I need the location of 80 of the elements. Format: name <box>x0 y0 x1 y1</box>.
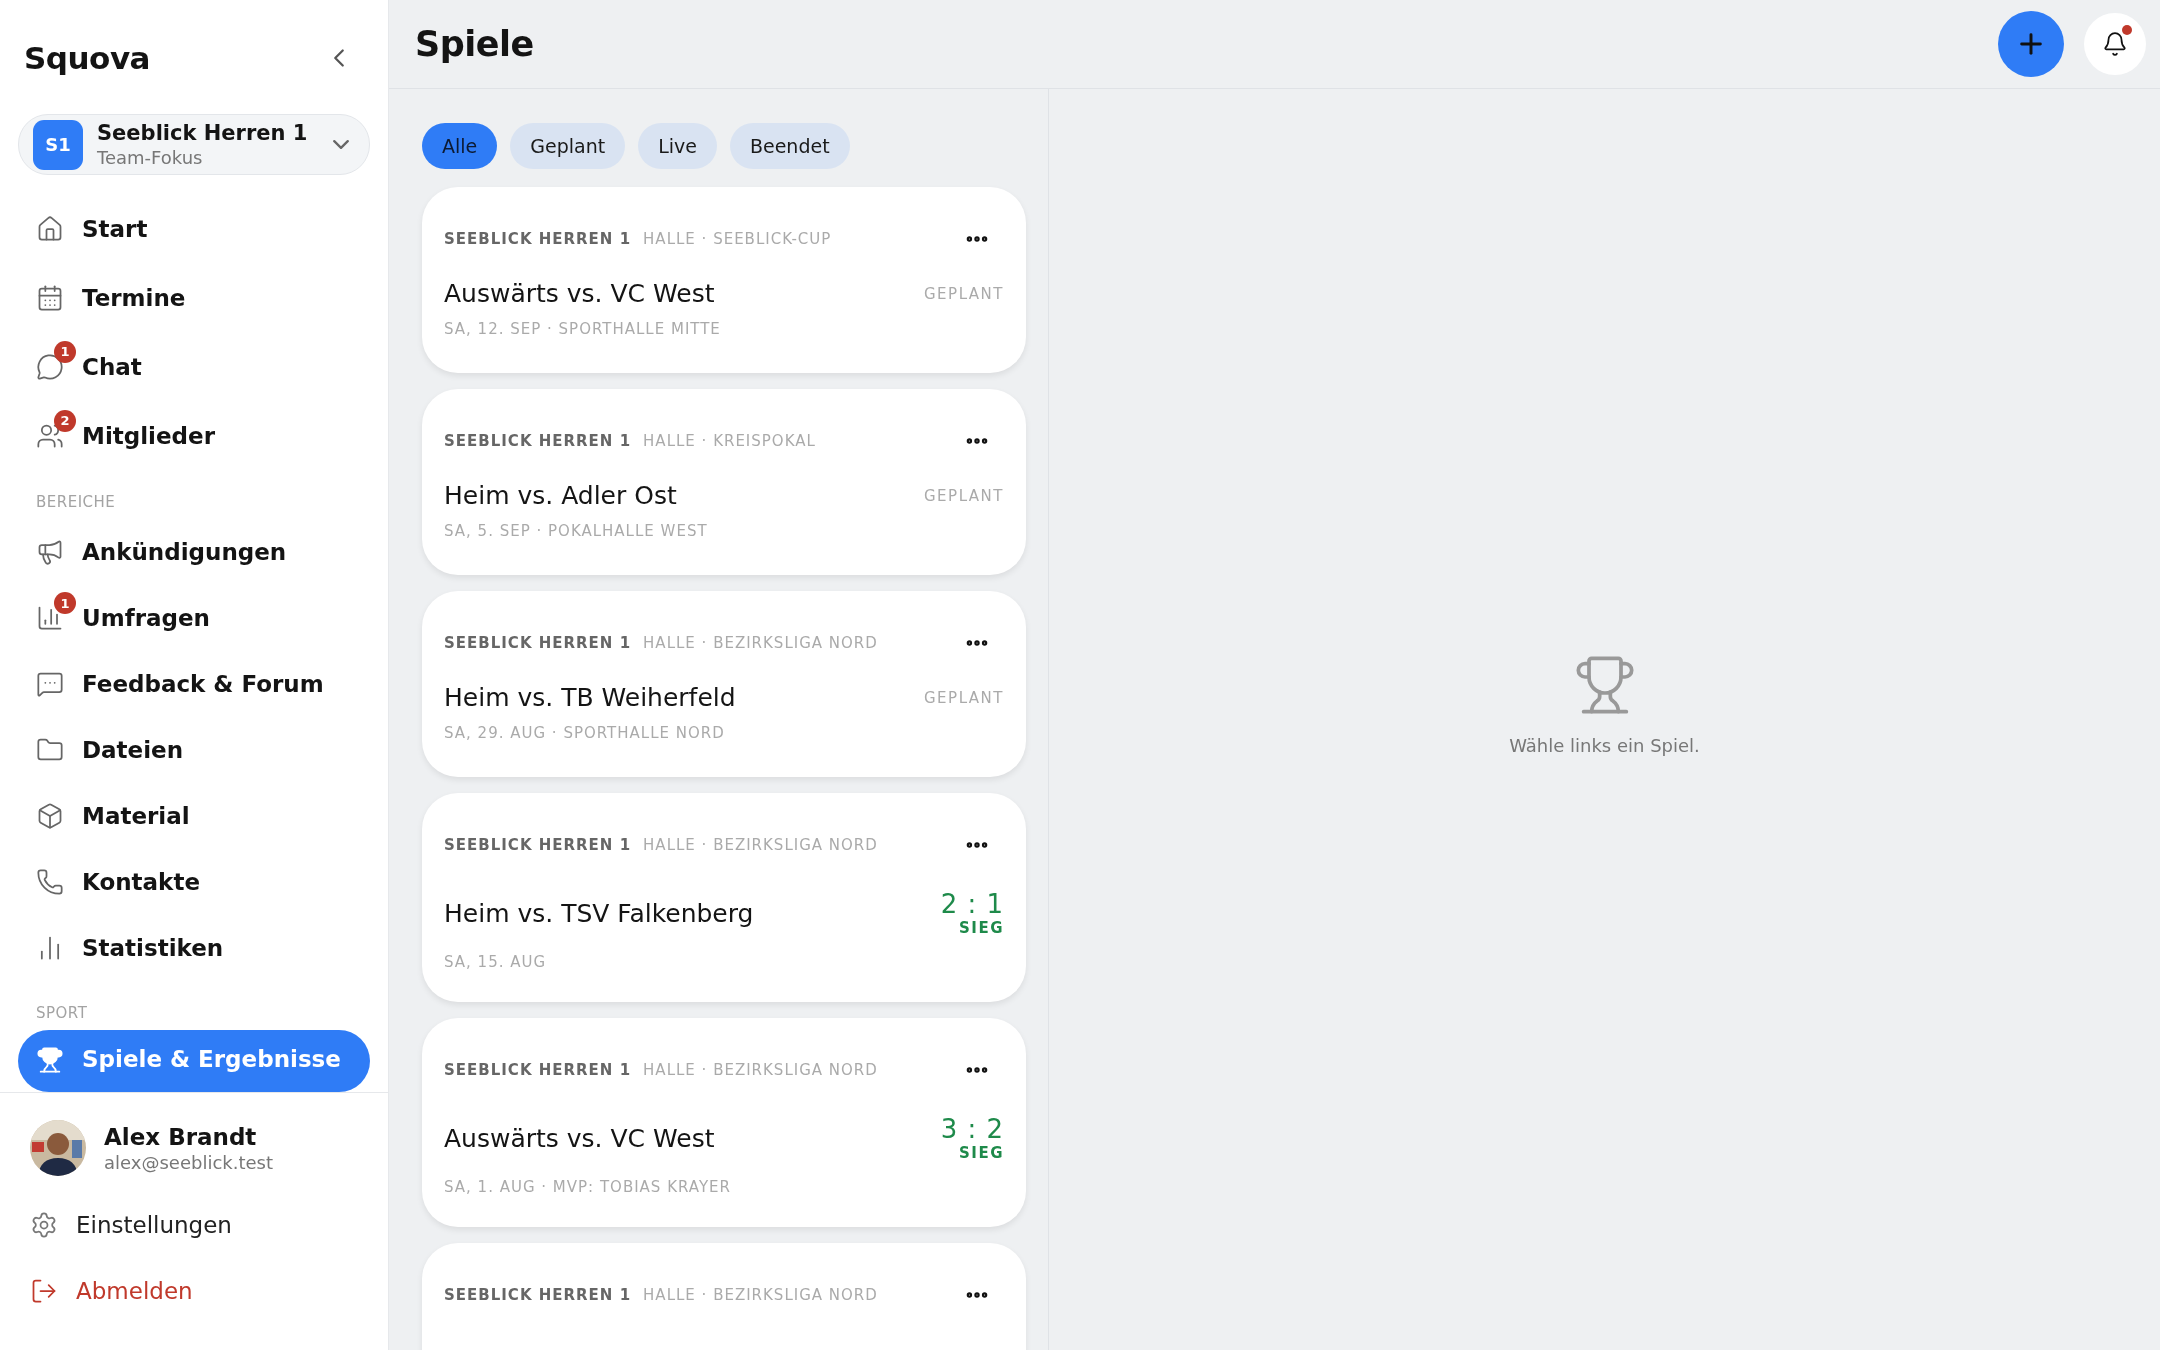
nav-item[interactable]: 1 Chat <box>18 332 370 401</box>
nav-icon <box>36 214 64 243</box>
nav-item[interactable]: Dateien <box>18 717 370 783</box>
settings-icon <box>30 1211 58 1239</box>
game-result: SIEG <box>959 1144 1004 1162</box>
team-subtitle: Team-Fokus <box>97 147 204 168</box>
nav-icon <box>36 868 64 896</box>
team-avatar: S1 <box>33 119 83 170</box>
nav-item[interactable]: 2 Mitglieder <box>18 401 370 470</box>
game-meta: HALLE · BEZIRKSLIGA NORD <box>643 1286 879 1304</box>
user-email: alex@seeblick.test <box>104 1151 273 1173</box>
game-meta: HALLE · KREISPOKAL <box>643 432 817 450</box>
nav-item[interactable]: 1 Umfragen <box>18 585 370 651</box>
game-detail: SA, 29. AUG · SPORTHALLE NORD <box>444 724 726 742</box>
nav-item[interactable]: Ankündigungen <box>18 519 370 585</box>
game-title: Auswärts vs. VC West <box>444 1123 715 1153</box>
game-card[interactable]: SEEBLICK HERREN 1 HALLE · BEZIRKSLIGA NORD Heim vs. TB Weiherfeld GEPLANT SA, 29. AUG · SPORTHALLE NORD <box>422 591 1026 777</box>
team-tag: SEEBLICK HERREN 1 <box>444 230 632 248</box>
game-card[interactable]: SEEBLICK HERREN 1 HALLE · BEZIRKSLIGA NORD Heim vs. TSV Falkenberg 2 : 1 SIEG SA, 15. AUG <box>422 793 1026 1002</box>
game-meta: HALLE · SEEBLICK-CUP <box>643 230 833 248</box>
nav-icon <box>36 283 64 312</box>
nav-item[interactable]: Start <box>18 194 370 263</box>
game-title: Heim vs. TSV Falkenberg <box>444 898 754 928</box>
count-badge: 2 <box>54 409 76 432</box>
settings-link[interactable]: Einstellungen <box>30 1211 232 1239</box>
brand-name: Squova <box>24 40 150 76</box>
game-meta: HALLE · BEZIRKSLIGA NORD <box>643 1061 879 1079</box>
game-card[interactable]: SEEBLICK HERREN 1 HALLE · KREISPOKAL Heim vs. Adler Ost GEPLANT SA, 5. SEP · POKALHALLE WEST <box>422 389 1026 575</box>
game-detail: SA, 12. SEP · SPORTHALLE MITTE <box>444 320 722 338</box>
game-result: SIEG <box>959 919 1004 937</box>
nav-item[interactable]: Termine <box>18 263 370 332</box>
nav-item[interactable]: Material <box>18 783 370 849</box>
game-meta: HALLE · BEZIRKSLIGA NORD <box>643 634 879 652</box>
filter-tab[interactable]: Live <box>638 123 717 169</box>
nav-icon <box>36 1046 64 1074</box>
game-detail: SA, 5. SEP · POKALHALLE WEST <box>444 522 709 540</box>
page-title: Spiele <box>415 24 535 64</box>
nav-icon <box>36 604 64 632</box>
game-score: 3 : 2 <box>940 1114 1004 1144</box>
game-card[interactable]: SEEBLICK HERREN 1 HALLE · SEEBLICK-CUP Auswärts vs. VC West GEPLANT SA, 12. SEP · SPORTHALLE MITTE <box>422 187 1026 373</box>
game-status: GEPLANT <box>924 688 1004 707</box>
nav-icon <box>36 538 64 566</box>
game-title: Heim vs. TB Weiherfeld <box>444 683 736 712</box>
section-label: SPORT <box>35 1003 88 1023</box>
user-name: Alex Brandt <box>104 1123 258 1150</box>
game-title: Auswärts vs. VC West <box>444 279 715 308</box>
empty-message: Wähle links ein Spiel. <box>1509 735 1700 756</box>
nav-item[interactable]: Statistiken <box>18 915 370 981</box>
logout-icon <box>30 1277 58 1305</box>
logout-link[interactable]: Abmelden <box>30 1277 193 1305</box>
nav-item[interactable]: Kontakte <box>18 849 370 915</box>
count-badge: 1 <box>54 340 76 363</box>
team-tag: SEEBLICK HERREN 1 <box>444 1061 632 1079</box>
game-card[interactable]: SEEBLICK HERREN 1 HALLE · BEZIRKSLIGA NORD Auswärts vs. VC West 3 : 2 SIEG SA, 1. AUG · MVP: TOBIAS KRAYER <box>422 1018 1026 1227</box>
game-meta: HALLE · BEZIRKSLIGA NORD <box>643 836 879 854</box>
count-badge: 1 <box>54 592 76 614</box>
nav-icon <box>36 670 64 698</box>
game-detail: SA, 15. AUG <box>444 953 548 971</box>
nav-icon <box>36 352 64 381</box>
section-label: BEREICHE <box>35 492 116 512</box>
team-tag: SEEBLICK HERREN 1 <box>444 634 632 652</box>
bell-icon <box>2102 31 2128 57</box>
filter-tab[interactable]: Alle <box>422 123 498 169</box>
chevron-down-icon <box>333 140 349 149</box>
nav-item[interactable]: Feedback & Forum <box>18 651 370 717</box>
team-tag: SEEBLICK HERREN 1 <box>444 1286 632 1304</box>
team-tag: SEEBLICK HERREN 1 <box>444 432 632 450</box>
game-status: GEPLANT <box>924 284 1004 303</box>
game-score: 2 : 1 <box>940 889 1004 919</box>
filter-tab[interactable]: Beendet <box>729 123 850 169</box>
team-name: Seeblick Herren 1 <box>97 121 309 145</box>
nav-item[interactable]: Spiele & Ergebnisse <box>18 1030 370 1092</box>
game-card[interactable]: SEEBLICK HERREN 1 HALLE · BEZIRKSLIGA NORD <box>422 1243 1026 1350</box>
filter-tab[interactable]: Geplant <box>510 123 626 169</box>
nav-icon <box>36 802 64 830</box>
game-detail: SA, 1. AUG · MVP: TOBIAS KRAYER <box>444 1178 732 1196</box>
game-status: GEPLANT <box>924 486 1004 505</box>
game-title: Heim vs. Adler Ost <box>444 481 677 510</box>
team-selector[interactable]: S1 Seeblick Herren 1 Team-Fokus <box>18 114 370 175</box>
team-tag: SEEBLICK HERREN 1 <box>444 836 632 854</box>
